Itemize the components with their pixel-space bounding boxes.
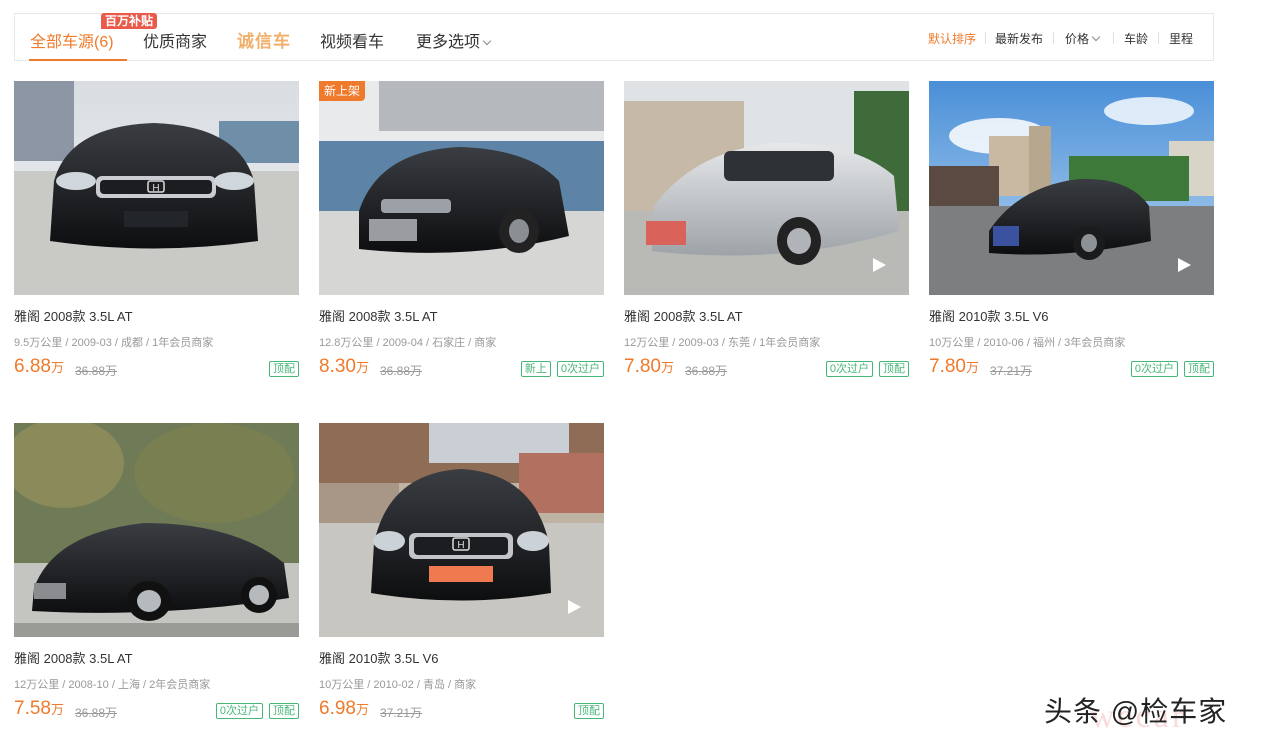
car-card[interactable]: 新上架 雅阁 2008款 3.5L AT 12.8万公里 / 2009-04 /… — [319, 81, 604, 381]
original-price: 36.88万 — [380, 364, 423, 378]
tag-top-config: 顶配 — [269, 703, 299, 719]
car-title[interactable]: 雅阁 2008款 3.5L AT — [14, 306, 133, 325]
car-meta: 10万公里 / 2010-02 / 青岛 / 商家 — [319, 679, 477, 691]
car-title[interactable]: 雅阁 2008款 3.5L AT — [319, 306, 438, 325]
tag-new: 新上 — [520, 361, 551, 377]
price-row: 6.88万 36.88万 顶配 — [14, 356, 299, 380]
chevron-down-icon — [482, 36, 492, 46]
tag-zero-transfers: 0次过户 — [1130, 361, 1178, 377]
sort-car-age[interactable]: 车龄 — [1124, 30, 1148, 47]
car-card[interactable]: 雅阁 2010款 3.5L V6 10万公里 / 2010-06 / 福州 / … — [929, 81, 1214, 381]
tag-top-config: 顶配 — [574, 703, 604, 719]
car-title[interactable]: 雅阁 2008款 3.5L AT — [14, 648, 133, 667]
divider — [1158, 32, 1159, 44]
price-row: 6.98万 37.21万 顶配 — [319, 698, 604, 722]
car-tags: 顶配 — [574, 703, 604, 719]
car-price: 7.80万 — [624, 356, 674, 377]
tab-all-cars[interactable]: 全部车源(6) — [30, 28, 114, 52]
original-price: 37.21万 — [990, 364, 1033, 378]
tag-top-config: 顶配 — [1184, 361, 1214, 377]
car-title[interactable]: 雅阁 2010款 3.5L V6 — [319, 648, 438, 667]
price-row: 8.30万 36.88万 新上 0次过户 — [319, 356, 604, 380]
filter-bar: 全部车源(6) 百万补贴 优质商家 诚信车 视频看车 更多选项 默认排序 最新发… — [14, 13, 1214, 61]
tab-video-cars[interactable]: 视频看车 — [320, 28, 384, 52]
tab-trusted-cars[interactable]: 诚信车 — [237, 27, 291, 52]
car-card[interactable]: 雅阁 2008款 3.5L AT 12万公里 / 2008-10 / 上海 / … — [14, 423, 299, 723]
car-meta: 10万公里 / 2010-06 / 福州 / 3年会员商家 — [929, 337, 1126, 349]
car-photo[interactable] — [14, 423, 299, 637]
car-tags: 顶配 — [269, 361, 299, 377]
car-title[interactable]: 雅阁 2008款 3.5L AT — [624, 306, 743, 325]
watermark-text: 头条 @检车家 — [1044, 696, 1228, 727]
car-photo[interactable]: H — [14, 81, 299, 295]
sort-mileage[interactable]: 里程 — [1169, 30, 1193, 47]
chevron-down-icon — [1091, 32, 1101, 42]
play-icon[interactable] — [871, 257, 887, 273]
sort-price[interactable]: 价格 — [1065, 30, 1101, 47]
tab-quality-dealers[interactable]: 优质商家 — [143, 28, 207, 52]
svg-text:H: H — [152, 183, 159, 194]
play-icon[interactable] — [566, 599, 582, 615]
divider — [1053, 32, 1054, 44]
divider — [985, 32, 986, 44]
play-icon[interactable] — [1176, 257, 1192, 273]
price-row: 7.80万 37.21万 0次过户 顶配 — [929, 356, 1214, 380]
car-tags: 新上 0次过户 — [520, 361, 604, 377]
car-title[interactable]: 雅阁 2010款 3.5L V6 — [929, 306, 1048, 325]
car-photo[interactable]: H — [319, 423, 604, 637]
tag-zero-transfers: 0次过户 — [556, 361, 604, 377]
tag-zero-transfers: 0次过户 — [215, 703, 263, 719]
tag-top-config: 顶配 — [879, 361, 909, 377]
tag-top-config: 顶配 — [269, 361, 299, 377]
car-price: 6.98万 — [319, 698, 369, 719]
car-meta: 9.5万公里 / 2009-03 / 成都 / 1年会员商家 — [14, 337, 214, 349]
original-price: 37.21万 — [380, 706, 423, 720]
svg-text:H: H — [457, 540, 464, 551]
car-price: 8.30万 — [319, 356, 369, 377]
car-tags: 0次过户 顶配 — [825, 361, 909, 377]
tab-more-options[interactable]: 更多选项 — [416, 28, 492, 52]
sort-default[interactable]: 默认排序 — [928, 30, 976, 47]
subsidy-badge: 百万补贴 — [101, 13, 158, 29]
car-photo[interactable]: 新上架 — [319, 81, 604, 295]
car-meta: 12万公里 / 2008-10 / 上海 / 2年会员商家 — [14, 679, 211, 691]
tag-zero-transfers: 0次过户 — [825, 361, 873, 377]
car-meta: 12.8万公里 / 2009-04 / 石家庄 / 商家 — [319, 337, 497, 349]
car-photo[interactable] — [624, 81, 909, 295]
price-row: 7.58万 36.88万 0次过户 顶配 — [14, 698, 299, 722]
car-price: 7.80万 — [929, 356, 979, 377]
car-meta: 12万公里 / 2009-03 / 东莞 / 1年会员商家 — [624, 337, 821, 349]
sort-newest[interactable]: 最新发布 — [995, 30, 1043, 47]
car-card[interactable]: H 雅阁 2008款 3.5L AT 9.5万公里 / 2009-03 / 成都… — [14, 81, 299, 381]
original-price: 36.88万 — [75, 364, 118, 378]
car-photo[interactable] — [929, 81, 1214, 295]
more-options-label: 更多选项 — [416, 34, 481, 51]
car-tags: 0次过户 顶配 — [215, 703, 299, 719]
car-card[interactable]: H 雅阁 2010款 3.5L V6 10万公里 / 2010-02 / 青岛 … — [319, 423, 604, 723]
divider — [1113, 32, 1114, 44]
car-card[interactable]: 雅阁 2008款 3.5L AT 12万公里 / 2009-03 / 东莞 / … — [624, 81, 909, 381]
car-price: 7.58万 — [14, 698, 64, 719]
car-price: 6.88万 — [14, 356, 64, 377]
price-row: 7.80万 36.88万 0次过户 顶配 — [624, 356, 909, 380]
active-tab-underline — [29, 59, 127, 61]
original-price: 36.88万 — [685, 364, 728, 378]
sort-price-label: 价格 — [1065, 32, 1090, 46]
original-price: 36.88万 — [75, 706, 118, 720]
new-listing-badge: 新上架 — [319, 81, 366, 101]
car-tags: 0次过户 顶配 — [1130, 361, 1214, 377]
